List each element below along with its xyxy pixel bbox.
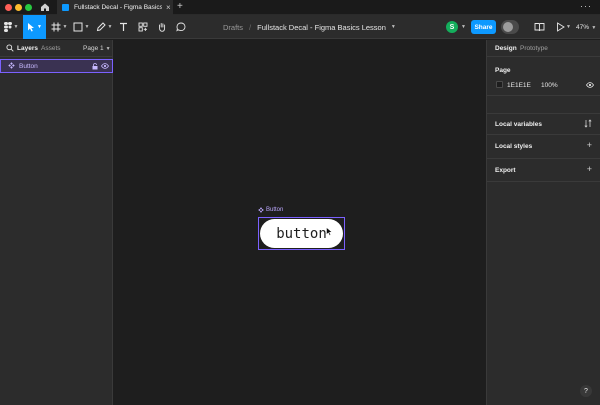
window-titlebar: Fullstack Decal - Figma Basics Lesson × …: [0, 0, 600, 15]
chevron-down-icon[interactable]: ▼: [391, 24, 396, 30]
layer-name: Button: [19, 62, 38, 70]
dev-mode-toggle[interactable]: [501, 20, 519, 34]
local-styles-section[interactable]: Local styles +: [487, 135, 600, 159]
frame-icon: [51, 22, 61, 32]
more-options-button[interactable]: ···: [580, 1, 592, 11]
cursor-icon: [326, 226, 333, 238]
chevron-down-icon: ▼: [590, 25, 597, 31]
page-color-opacity[interactable]: 100%: [541, 82, 558, 89]
figma-logo-icon: [3, 22, 12, 32]
resources-icon: [138, 22, 147, 32]
eye-icon[interactable]: [101, 63, 109, 71]
lock-icon[interactable]: [92, 63, 98, 72]
minimize-window-button[interactable]: [15, 4, 22, 11]
breadcrumb-drafts[interactable]: Drafts: [223, 23, 243, 32]
frame-label[interactable]: Button: [258, 207, 283, 213]
pen-icon: [96, 22, 106, 32]
layers-panel: Layers Assets Page 1 ▼ Button: [0, 40, 113, 405]
page-color-hex[interactable]: 1E1E1E: [507, 82, 531, 89]
file-name[interactable]: Fullstack Decal - Figma Basics Lesson: [257, 23, 386, 32]
tab-assets[interactable]: Assets: [41, 45, 61, 52]
pen-tool-button[interactable]: ▼: [95, 15, 113, 39]
page-section: Page: [487, 57, 600, 96]
export-title: Export: [495, 167, 516, 174]
chevron-down-icon: ▼: [37, 24, 42, 30]
right-panel-tabs: Design Prototype: [487, 40, 600, 57]
file-tab[interactable]: Fullstack Decal - Figma Basics Lesson ×: [57, 0, 173, 15]
file-tab-title: Fullstack Decal - Figma Basics Lesson: [74, 4, 162, 11]
design-panel: Design Prototype Page 1E1E1E 100% Local …: [486, 40, 600, 405]
pointer-icon: [28, 23, 35, 32]
zoom-level[interactable]: 47% ▼: [576, 24, 596, 31]
close-window-button[interactable]: [5, 4, 12, 11]
zoom-value: 47%: [576, 24, 590, 31]
close-tab-button[interactable]: ×: [166, 3, 171, 12]
tab-prototype[interactable]: Prototype: [520, 45, 548, 52]
local-variables-title: Local variables: [495, 121, 542, 128]
breadcrumb-separator: /: [249, 22, 252, 32]
shape-tool-button[interactable]: ▼: [72, 15, 90, 39]
chevron-down-icon: ▼: [13, 24, 19, 30]
page-selector-label: Page 1: [83, 45, 104, 52]
breadcrumb: Drafts / Fullstack Decal - Figma Basics …: [223, 15, 396, 39]
chevron-down-icon: ▼: [84, 24, 90, 30]
comment-icon: [175, 22, 185, 32]
frame-label-text: Button: [266, 207, 284, 213]
avatar[interactable]: S: [446, 21, 458, 33]
layer-row[interactable]: Button: [0, 59, 113, 73]
chevron-down-icon: ▼: [62, 24, 68, 30]
search-icon[interactable]: [6, 44, 14, 54]
hand-tool-button[interactable]: [155, 15, 168, 39]
tab-layers[interactable]: Layers: [17, 45, 38, 52]
left-panel-tabs: Layers Assets Page 1 ▼: [0, 40, 112, 57]
move-tool-button[interactable]: ▼: [23, 15, 46, 39]
new-tab-button[interactable]: +: [177, 1, 183, 12]
resources-tool-button[interactable]: [136, 15, 149, 39]
component-icon: [8, 61, 15, 71]
add-export-plus-icon[interactable]: +: [587, 164, 592, 174]
frame-tool-button[interactable]: ▼: [50, 15, 68, 39]
eye-icon[interactable]: [586, 82, 594, 90]
local-styles-title: Local styles: [495, 143, 533, 150]
main-menu-button[interactable]: ▼: [2, 15, 20, 39]
page-section-title: Page: [495, 67, 511, 74]
chevron-down-icon[interactable]: ▼: [566, 24, 571, 30]
figma-file-icon: [62, 4, 69, 11]
tab-design[interactable]: Design: [495, 45, 517, 52]
present-play-icon[interactable]: [556, 22, 565, 34]
maximize-window-button[interactable]: [25, 4, 32, 11]
local-variables-section[interactable]: Local variables: [487, 113, 600, 135]
text-tool-button[interactable]: [117, 15, 130, 39]
rectangle-icon: [73, 22, 83, 32]
add-style-plus-icon[interactable]: +: [587, 140, 592, 150]
help-button[interactable]: ?: [580, 385, 592, 397]
toggle-knob: [503, 22, 513, 32]
component-icon: [258, 207, 264, 213]
page-selector[interactable]: Page 1 ▼: [83, 45, 111, 52]
page-color-swatch[interactable]: [496, 81, 503, 88]
variables-settings-icon[interactable]: [584, 119, 592, 130]
canvas[interactable]: Button button: [114, 40, 486, 405]
hand-icon: [158, 23, 165, 32]
text-icon: [120, 22, 127, 31]
chevron-down-icon: ▼: [105, 46, 111, 52]
chevron-down-icon: ▼: [107, 24, 113, 30]
library-icon[interactable]: [534, 22, 545, 34]
export-section[interactable]: Export +: [487, 159, 600, 182]
chevron-down-icon[interactable]: ▼: [461, 24, 466, 30]
comment-tool-button[interactable]: [174, 15, 187, 39]
share-button[interactable]: Share: [471, 20, 496, 34]
home-icon[interactable]: [40, 2, 50, 12]
